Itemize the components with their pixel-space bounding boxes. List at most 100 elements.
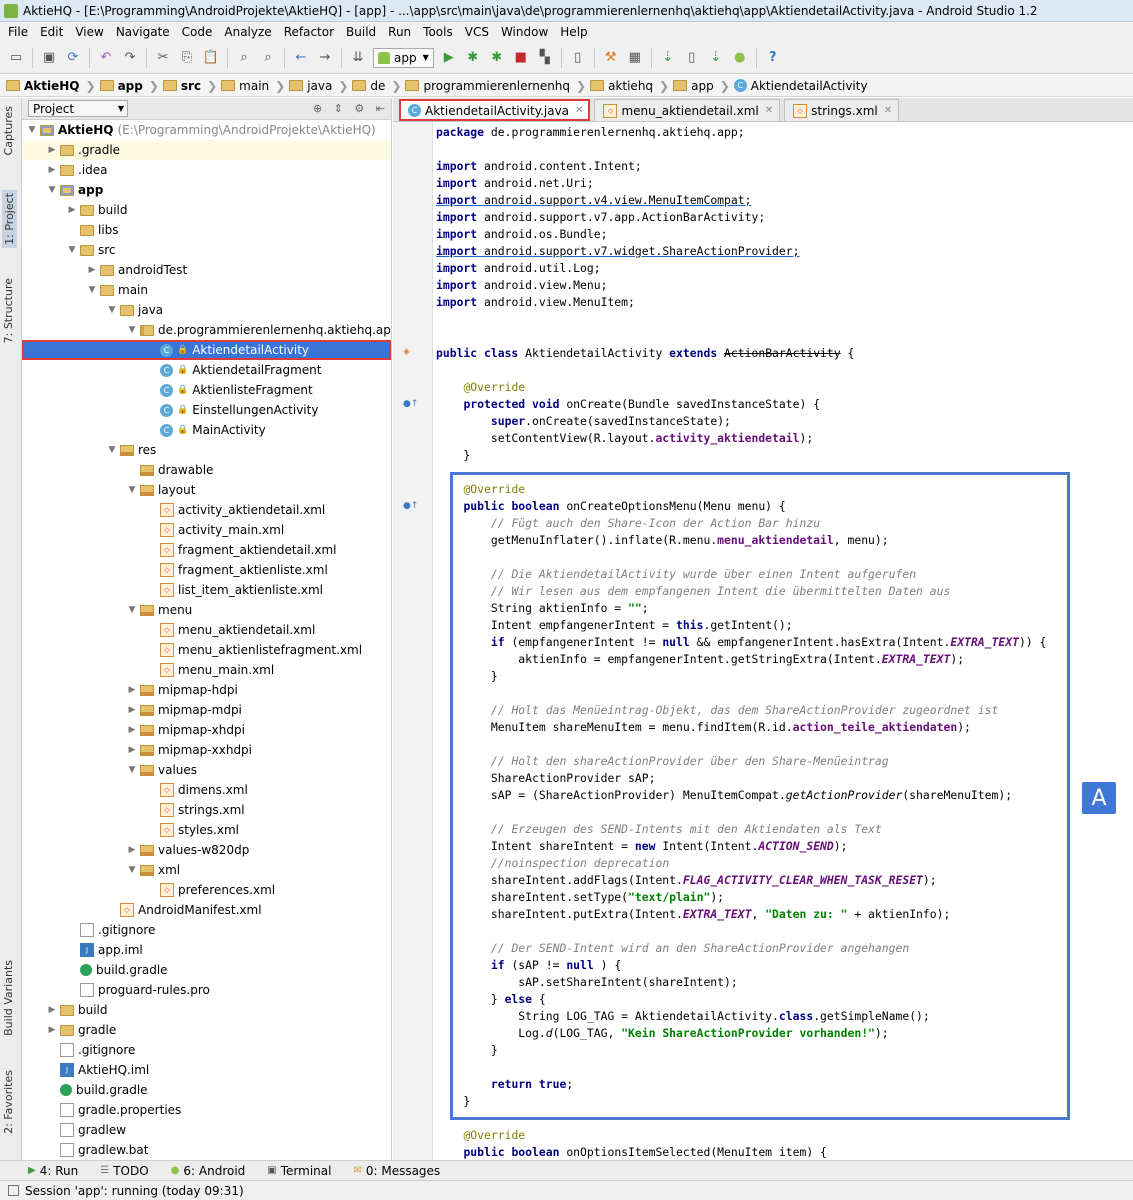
tree-item-aktiendetailactivity[interactable]: C 🔒 AktiendetailActivity — [22, 340, 391, 360]
tree-item-menu-aktiendetail-xml[interactable]: ◇ menu_aktiendetail.xml — [22, 620, 391, 640]
tree-item-list-item-aktienliste-xml[interactable]: ◇ list_item_aktienliste.xml — [22, 580, 391, 600]
tool-tab-6-android[interactable]: ● 6: Android — [171, 1164, 246, 1178]
back-icon[interactable]: ← — [291, 48, 311, 68]
tree-item-activity-main-xml[interactable]: ◇ activity_main.xml — [22, 520, 391, 540]
expand-down-icon[interactable]: ▼ — [126, 765, 138, 775]
override-marker-icon[interactable]: ●↑ — [403, 501, 418, 511]
expand-down-icon[interactable]: ▼ — [126, 865, 138, 875]
breadcrumb-item[interactable]: aktiehq ❯ — [590, 79, 669, 93]
sync-icon[interactable]: ⟳ — [63, 48, 83, 68]
close-icon[interactable]: ✕ — [884, 105, 892, 116]
tree-item-libs[interactable]: libs — [22, 220, 391, 240]
save-icon[interactable]: ▣ — [39, 48, 59, 68]
tree-item-fragment-aktienliste-xml[interactable]: ◇ fragment_aktienliste.xml — [22, 560, 391, 580]
avd-manager-icon[interactable]: ▯ — [682, 48, 702, 68]
breadcrumb-item[interactable]: programmierenlernenhq ❯ — [405, 79, 586, 93]
tree-item-gitignore[interactable]: .gitignore — [22, 920, 391, 940]
breadcrumb-item[interactable]: java ❯ — [289, 79, 348, 93]
expand-right-icon[interactable]: ▶ — [126, 725, 138, 735]
tool-tab-4-run[interactable]: ▶ 4: Run — [28, 1164, 78, 1178]
tree-item-mipmap-hdpi[interactable]: ▶ mipmap-hdpi — [22, 680, 391, 700]
tree-item-main[interactable]: ▼ main — [22, 280, 391, 300]
tree-item-drawable[interactable]: drawable — [22, 460, 391, 480]
gradle-sync-icon[interactable]: ⇣ — [658, 48, 678, 68]
tree-item-preferences-xml[interactable]: ◇ preferences.xml — [22, 880, 391, 900]
tree-item-einstellungenactivity[interactable]: C 🔒 EinstellungenActivity — [22, 400, 391, 420]
find-icon[interactable]: ⌕ — [234, 48, 254, 68]
tree-item-build[interactable]: ▶ build — [22, 1000, 391, 1020]
tree-item-mainactivity[interactable]: C 🔒 MainActivity — [22, 420, 391, 440]
tree-item-styles-xml[interactable]: ◇ styles.xml — [22, 820, 391, 840]
tool-tab-captures[interactable]: Captures — [2, 106, 15, 155]
settings-icon[interactable]: ⚒ — [601, 48, 621, 68]
tree-item-menu-main-xml[interactable]: ◇ menu_main.xml — [22, 660, 391, 680]
expand-right-icon[interactable]: ▶ — [126, 845, 138, 855]
expand-right-icon[interactable]: ▶ — [86, 265, 98, 275]
breadcrumb-item[interactable]: src ❯ — [162, 79, 217, 93]
close-icon[interactable]: ✕ — [575, 105, 583, 116]
breadcrumb-item[interactable]: app ❯ — [673, 79, 730, 93]
menu-item-navigate[interactable]: Navigate — [110, 25, 176, 39]
override-marker-icon[interactable]: ●↑ — [403, 399, 418, 409]
tree-item-res[interactable]: ▼ res — [22, 440, 391, 460]
tree-item-androidmanifest-xml[interactable]: ◇ AndroidManifest.xml — [22, 900, 391, 920]
menu-item-help[interactable]: Help — [554, 25, 593, 39]
menu-item-file[interactable]: File — [2, 25, 34, 39]
menu-item-edit[interactable]: Edit — [34, 25, 69, 39]
close-icon[interactable]: ✕ — [765, 105, 773, 116]
redo-icon[interactable]: ↷ — [120, 48, 140, 68]
breadcrumb-item[interactable]: AktieHQ ❯ — [6, 79, 96, 93]
tool-tab-build-variants[interactable]: Build Variants — [2, 960, 15, 1036]
help-icon[interactable]: ? — [763, 48, 783, 68]
tree-item-de-programmierenlernenhq-aktiehq-app[interactable]: ▼ de.programmierenlernenhq.aktiehq.app — [22, 320, 391, 340]
expand-down-icon[interactable]: ▼ — [126, 605, 138, 615]
menu-item-view[interactable]: View — [69, 25, 109, 39]
tree-item-gitignore[interactable]: .gitignore — [22, 1040, 391, 1060]
tree-item-build-gradle[interactable]: build.gradle — [22, 1080, 391, 1100]
tree-item-aktiehq[interactable]: ▼ AktieHQ (E:\Programming\AndroidProjekte\… — [22, 120, 391, 140]
tree-item-androidtest[interactable]: ▶ androidTest — [22, 260, 391, 280]
sdk-manager-icon[interactable]: ⇣ — [706, 48, 726, 68]
tree-item-app-iml[interactable]: Japp.iml — [22, 940, 391, 960]
breadcrumb-item[interactable]: main ❯ — [221, 79, 285, 93]
gear-icon[interactable]: ⚙ — [354, 102, 364, 115]
tool-tab-project[interactable]: 1: Project — [2, 190, 17, 248]
project-structure-icon[interactable]: ▦ — [625, 48, 645, 68]
breadcrumb-item[interactable]: de ❯ — [352, 79, 401, 93]
menu-item-code[interactable]: Code — [176, 25, 219, 39]
menu-item-tools[interactable]: Tools — [417, 25, 459, 39]
tree-item-build[interactable]: ▶ build — [22, 200, 391, 220]
tree-item-menu[interactable]: ▼ menu — [22, 600, 391, 620]
expand-right-icon[interactable]: ▶ — [66, 205, 78, 215]
debug-icon[interactable]: ✱ — [463, 48, 483, 68]
expand-right-icon[interactable]: ▶ — [46, 165, 58, 175]
tool-tab-terminal[interactable]: ▣ Terminal — [267, 1164, 331, 1178]
expand-right-icon[interactable]: ▶ — [46, 1025, 58, 1035]
paste-icon[interactable]: 📋 — [201, 48, 221, 68]
expand-right-icon[interactable]: ▶ — [126, 705, 138, 715]
expand-down-icon[interactable]: ▼ — [86, 285, 98, 295]
run-icon[interactable]: ▶ — [439, 48, 459, 68]
collapse-all-icon[interactable]: ⇕ — [334, 102, 343, 115]
breadcrumb-item[interactable]: app ❯ — [99, 79, 159, 93]
tree-item-strings-xml[interactable]: ◇ strings.xml — [22, 800, 391, 820]
hide-panel-icon[interactable]: ⇤ — [376, 102, 385, 115]
tree-item-src[interactable]: ▼ src — [22, 240, 391, 260]
tree-item-layout[interactable]: ▼ layout — [22, 480, 391, 500]
copy-icon[interactable]: ⎘ — [177, 48, 197, 68]
tool-tab-favorites[interactable]: 2: Favorites — [2, 1070, 15, 1134]
tree-item-gradlew-bat[interactable]: gradlew.bat — [22, 1140, 391, 1160]
expand-right-icon[interactable]: ▶ — [46, 1005, 58, 1015]
menu-item-vcs[interactable]: VCS — [459, 25, 495, 39]
tree-item-menu-aktienlistefragment-xml[interactable]: ◇ menu_aktienlistefragment.xml — [22, 640, 391, 660]
expand-down-icon[interactable]: ▼ — [46, 185, 58, 195]
forward-icon[interactable]: → — [315, 48, 335, 68]
cut-icon[interactable]: ✂ — [153, 48, 173, 68]
tree-item-aktiehq-iml[interactable]: J AktieHQ.iml — [22, 1060, 391, 1080]
tree-item-mipmap-xxhdpi[interactable]: ▶ mipmap-xxhdpi — [22, 740, 391, 760]
tree-item-idea[interactable]: ▶ .idea — [22, 160, 391, 180]
tree-item-mipmap-xhdpi[interactable]: ▶ mipmap-xhdpi — [22, 720, 391, 740]
open-folder-icon[interactable]: ▭ — [6, 48, 26, 68]
tree-item-activity-aktiendetail-xml[interactable]: ◇ activity_aktiendetail.xml — [22, 500, 391, 520]
tree-item-gradle[interactable]: ▶ .gradle — [22, 140, 391, 160]
